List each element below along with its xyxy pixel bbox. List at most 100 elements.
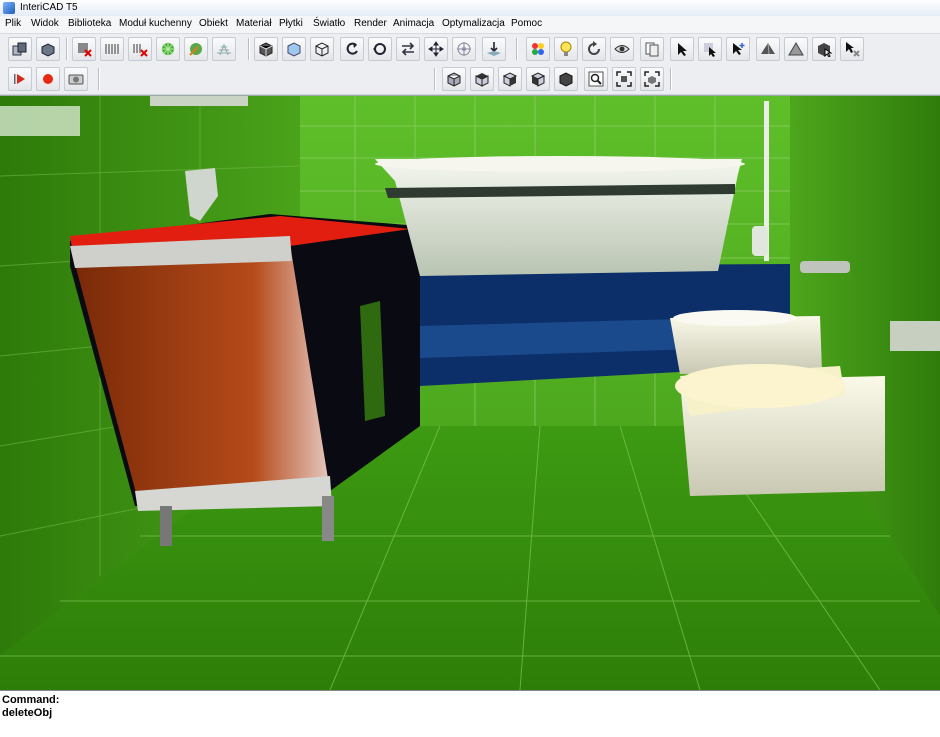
view-front-icon [447, 72, 461, 87]
box-view-button[interactable] [282, 37, 306, 61]
eye-view-button[interactable] [610, 37, 634, 61]
cancel-select-button[interactable] [840, 37, 864, 61]
command-label: Command: [2, 694, 60, 706]
menu-modul-kuchenny[interactable]: Moduł kuchenny [119, 18, 192, 29]
target-button[interactable] [452, 37, 476, 61]
select-arrow-plus-button[interactable] [726, 37, 750, 61]
copy-objects-icon [12, 42, 27, 56]
select-box-button[interactable] [698, 37, 722, 61]
play-button[interactable] [8, 67, 32, 91]
camera-icon [68, 74, 84, 85]
view-top-icon [475, 73, 489, 87]
command-text: deleteObj [2, 707, 53, 719]
secondary-toolbar [0, 64, 940, 95]
rotate-orbit-button[interactable] [368, 37, 392, 61]
menu-bar: Plik Widok Biblioteka Moduł kuchenny Obi… [0, 16, 940, 34]
rotate-left-icon [346, 42, 358, 55]
color-balls-button[interactable] [526, 37, 550, 61]
wire-cube-icon [315, 42, 329, 57]
menu-material[interactable]: Materiał [236, 18, 272, 29]
window-title: InteriCAD T5 [20, 2, 78, 13]
move-icon [428, 41, 444, 57]
light-bulb-icon [560, 41, 572, 56]
rotate-orbit-icon [373, 43, 386, 55]
pages-icon [645, 42, 659, 57]
menu-plik[interactable]: Plik [5, 18, 21, 29]
cube-view-icon [259, 42, 273, 57]
light-bulb-button[interactable] [554, 37, 578, 61]
refresh-button[interactable] [582, 37, 606, 61]
rotate-left-button[interactable] [340, 37, 364, 61]
bathroom-render-image [0, 96, 940, 690]
move-button[interactable] [424, 37, 448, 61]
wall-pattern-icon [105, 44, 119, 54]
wire-cube-button[interactable] [310, 37, 334, 61]
refresh-icon [588, 41, 600, 55]
triangle-icon [788, 42, 804, 56]
view-top-button[interactable] [470, 67, 494, 91]
wall-pattern-button[interactable] [100, 37, 124, 61]
select-arrow-plus-icon [733, 43, 745, 55]
swap-button[interactable] [396, 37, 420, 61]
view-front-button[interactable] [442, 67, 466, 91]
color-balls-icon [532, 43, 544, 55]
swap-icon [401, 42, 415, 56]
main-toolbar [0, 34, 940, 65]
triangle-button[interactable] [784, 37, 808, 61]
pages-button[interactable] [640, 37, 664, 61]
paste-objects-button[interactable] [36, 37, 60, 61]
view-iso-button[interactable] [554, 67, 578, 91]
select-box-icon [704, 43, 716, 57]
select-arrow-icon [678, 43, 687, 56]
box-view-icon [287, 42, 301, 57]
delete-pattern-button[interactable] [128, 37, 152, 61]
record-button[interactable] [36, 67, 60, 91]
render-viewport[interactable] [0, 95, 940, 690]
menu-obiekt[interactable]: Obiekt [199, 18, 228, 29]
select-arrow-button[interactable] [670, 37, 694, 61]
burst-orange-button[interactable] [184, 37, 208, 61]
camera-button[interactable] [64, 67, 88, 91]
pyramid-icon [761, 42, 775, 55]
burst-green-icon [161, 42, 175, 56]
download-button[interactable] [482, 37, 506, 61]
floor-grid-icon [217, 43, 231, 56]
menu-swiatlo[interactable]: Światło [313, 18, 345, 29]
group-select-icon [818, 43, 832, 57]
title-bar: InteriCAD T5 [0, 0, 940, 17]
zoom-window-icon [588, 71, 604, 87]
burst-orange-icon [189, 43, 202, 56]
menu-optymalizacja[interactable]: Optymalizacja [442, 18, 505, 29]
record-icon [43, 74, 53, 84]
delete-wall-button[interactable] [72, 37, 96, 61]
view-right-button[interactable] [498, 67, 522, 91]
eye-view-icon [614, 45, 630, 53]
menu-render[interactable]: Render [354, 18, 387, 29]
menu-widok[interactable]: Widok [31, 18, 59, 29]
view-right-icon [502, 72, 518, 87]
zoom-window-button[interactable] [584, 67, 608, 91]
pyramid-button[interactable] [756, 37, 780, 61]
command-panel[interactable]: Command: deleteObj [0, 690, 940, 737]
menu-pomoc[interactable]: Pomoc [511, 18, 542, 29]
group-select-button[interactable] [812, 37, 836, 61]
paste-objects-icon [41, 43, 55, 57]
delete-wall-icon [78, 43, 92, 57]
menu-plytki[interactable]: Płytki [279, 18, 303, 29]
zoom-extents-button[interactable] [612, 67, 636, 91]
menu-animacja[interactable]: Animacja [393, 18, 434, 29]
view-back-icon [530, 72, 546, 87]
zoom-extents-icon [616, 71, 632, 87]
menu-biblioteka[interactable]: Biblioteka [68, 18, 111, 29]
zoom-all-button[interactable] [640, 67, 664, 91]
play-icon [14, 74, 25, 84]
target-icon [457, 42, 471, 56]
delete-pattern-icon [133, 44, 148, 57]
floor-grid-button[interactable] [212, 37, 236, 61]
copy-objects-button[interactable] [8, 37, 32, 61]
burst-green-button[interactable] [156, 37, 180, 61]
zoom-all-icon [644, 71, 660, 87]
view-back-button[interactable] [526, 67, 550, 91]
cube-view-button[interactable] [254, 37, 278, 61]
cancel-select-icon [846, 42, 860, 57]
